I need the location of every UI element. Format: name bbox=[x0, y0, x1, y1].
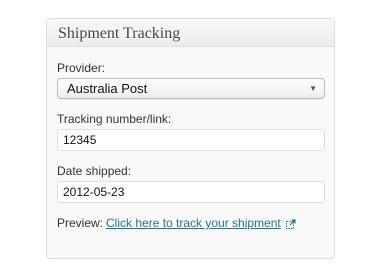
preview-label: Preview: bbox=[57, 216, 104, 230]
chevron-down-icon: ▼ bbox=[309, 83, 317, 93]
date-shipped-label: Date shipped: bbox=[57, 164, 132, 178]
external-link-icon[interactable] bbox=[285, 218, 296, 229]
tracking-number-label: Tracking number/link: bbox=[57, 112, 172, 126]
provider-selected-value: Australia Post bbox=[67, 81, 148, 96]
metabox-header[interactable]: Shipment Tracking bbox=[47, 19, 334, 47]
metabox-body: Provider: Australia Post ▼ Tracking numb… bbox=[47, 61, 334, 230]
tracking-number-input[interactable] bbox=[57, 129, 325, 151]
provider-label: Provider: bbox=[57, 61, 106, 75]
provider-select[interactable]: Australia Post ▼ bbox=[57, 78, 325, 99]
track-shipment-link[interactable]: Click here to track your shipment bbox=[106, 216, 281, 230]
preview-line: Preview: Click here to track your shipme… bbox=[57, 216, 324, 230]
date-shipped-input[interactable] bbox=[57, 181, 325, 203]
shipment-tracking-metabox: Shipment Tracking Provider: Australia Po… bbox=[46, 18, 335, 259]
metabox-title: Shipment Tracking bbox=[58, 24, 181, 42]
